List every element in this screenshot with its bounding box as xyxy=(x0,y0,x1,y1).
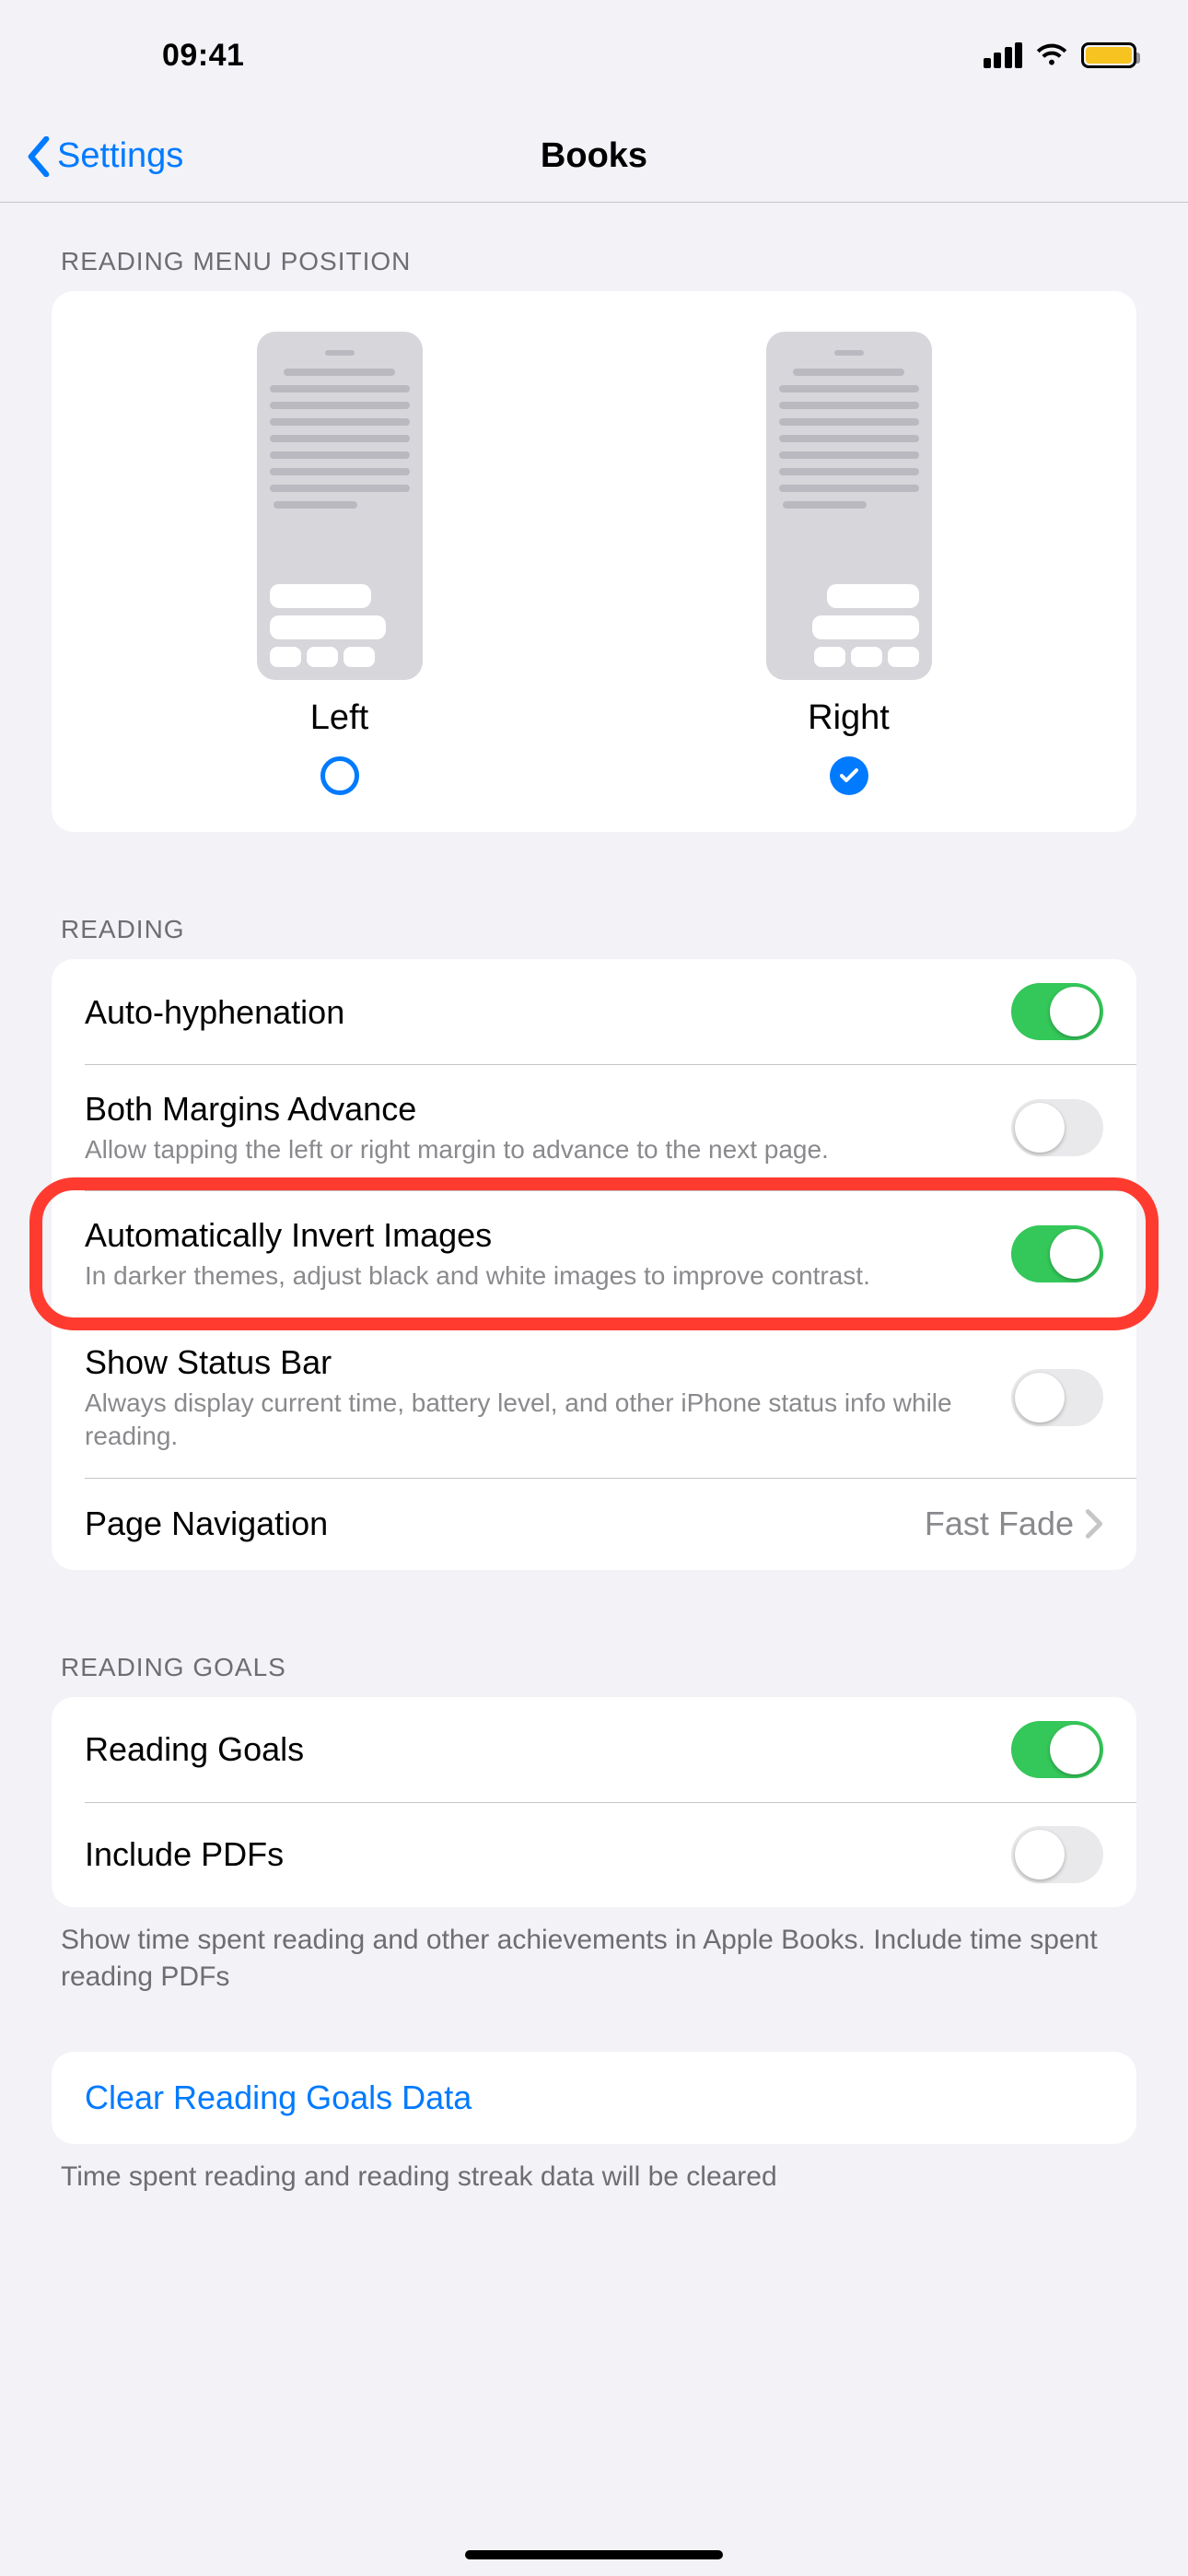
status-bar-sub: Always display current time, battery lev… xyxy=(85,1387,989,1454)
goals-footer: Show time spent reading and other achiev… xyxy=(52,1907,1136,1996)
clear-group: Clear Reading Goals Data xyxy=(52,2052,1136,2144)
rmp-option-left[interactable]: Left xyxy=(257,332,423,795)
both-margins-sub: Allow tapping the left or right margin t… xyxy=(85,1133,989,1166)
status-bar-label: Show Status Bar xyxy=(85,1341,989,1383)
section-header-goals: READING GOALS xyxy=(52,1570,1136,1697)
status-bar-toggle[interactable] xyxy=(1011,1369,1103,1426)
status-indicators xyxy=(984,42,1137,68)
radio-checked-icon[interactable] xyxy=(830,756,868,795)
invert-images-sub: In darker themes, adjust black and white… xyxy=(85,1259,989,1293)
rmp-preview-left xyxy=(257,332,423,680)
row-status-bar: Show Status Bar Always display current t… xyxy=(52,1317,1136,1478)
section-header-reading: READING xyxy=(52,832,1136,959)
invert-images-label: Automatically Invert Images xyxy=(85,1214,989,1256)
rmp-preview-right xyxy=(766,332,932,680)
page-navigation-label: Page Navigation xyxy=(85,1503,903,1544)
row-reading-goals: Reading Goals xyxy=(52,1697,1136,1802)
both-margins-toggle[interactable] xyxy=(1011,1099,1103,1156)
reading-menu-position-group: Left xyxy=(52,291,1136,832)
chevron-right-icon xyxy=(1085,1508,1103,1540)
clear-reading-goals-button[interactable]: Clear Reading Goals Data xyxy=(52,2052,1136,2144)
rmp-option-right[interactable]: Right xyxy=(766,332,932,795)
both-margins-label: Both Margins Advance xyxy=(85,1088,989,1130)
row-both-margins: Both Margins Advance Allow tapping the l… xyxy=(52,1064,1136,1190)
back-button[interactable]: Settings xyxy=(26,136,183,177)
nav-bar: Settings Books xyxy=(0,111,1188,203)
section-header-rmp: READING MENU POSITION xyxy=(52,203,1136,291)
back-label: Settings xyxy=(57,136,183,176)
goals-group: Reading Goals Include PDFs xyxy=(52,1697,1136,1907)
auto-hyphenation-toggle[interactable] xyxy=(1011,983,1103,1040)
rmp-label-left: Left xyxy=(310,698,368,738)
include-pdfs-label: Include PDFs xyxy=(85,1833,989,1875)
reading-group: Auto-hyphenation Both Margins Advance Al… xyxy=(52,959,1136,1570)
cellular-icon xyxy=(984,42,1023,68)
invert-images-toggle[interactable] xyxy=(1011,1225,1103,1282)
rmp-label-right: Right xyxy=(808,698,890,738)
status-bar: 09:41 xyxy=(0,0,1188,111)
check-icon xyxy=(838,765,860,787)
clear-footer: Time spent reading and reading streak da… xyxy=(52,2144,1136,2196)
wifi-icon xyxy=(1035,42,1068,68)
home-indicator xyxy=(465,2550,723,2559)
chevron-left-icon xyxy=(26,136,52,177)
row-page-navigation[interactable]: Page Navigation Fast Fade xyxy=(52,1478,1136,1570)
clear-reading-goals-label: Clear Reading Goals Data xyxy=(85,2077,1081,2118)
row-auto-hyphenation: Auto-hyphenation xyxy=(52,959,1136,1064)
radio-unchecked-icon[interactable] xyxy=(320,756,359,795)
reading-goals-label: Reading Goals xyxy=(85,1728,989,1770)
status-time: 09:41 xyxy=(52,38,244,74)
battery-icon xyxy=(1081,42,1136,68)
page-title: Books xyxy=(541,136,647,176)
row-invert-images: Automatically Invert Images In darker th… xyxy=(52,1190,1136,1317)
include-pdfs-toggle[interactable] xyxy=(1011,1826,1103,1883)
page-navigation-value: Fast Fade xyxy=(925,1505,1074,1543)
row-include-pdfs: Include PDFs xyxy=(52,1802,1136,1907)
auto-hyphenation-label: Auto-hyphenation xyxy=(85,991,989,1033)
reading-goals-toggle[interactable] xyxy=(1011,1721,1103,1778)
